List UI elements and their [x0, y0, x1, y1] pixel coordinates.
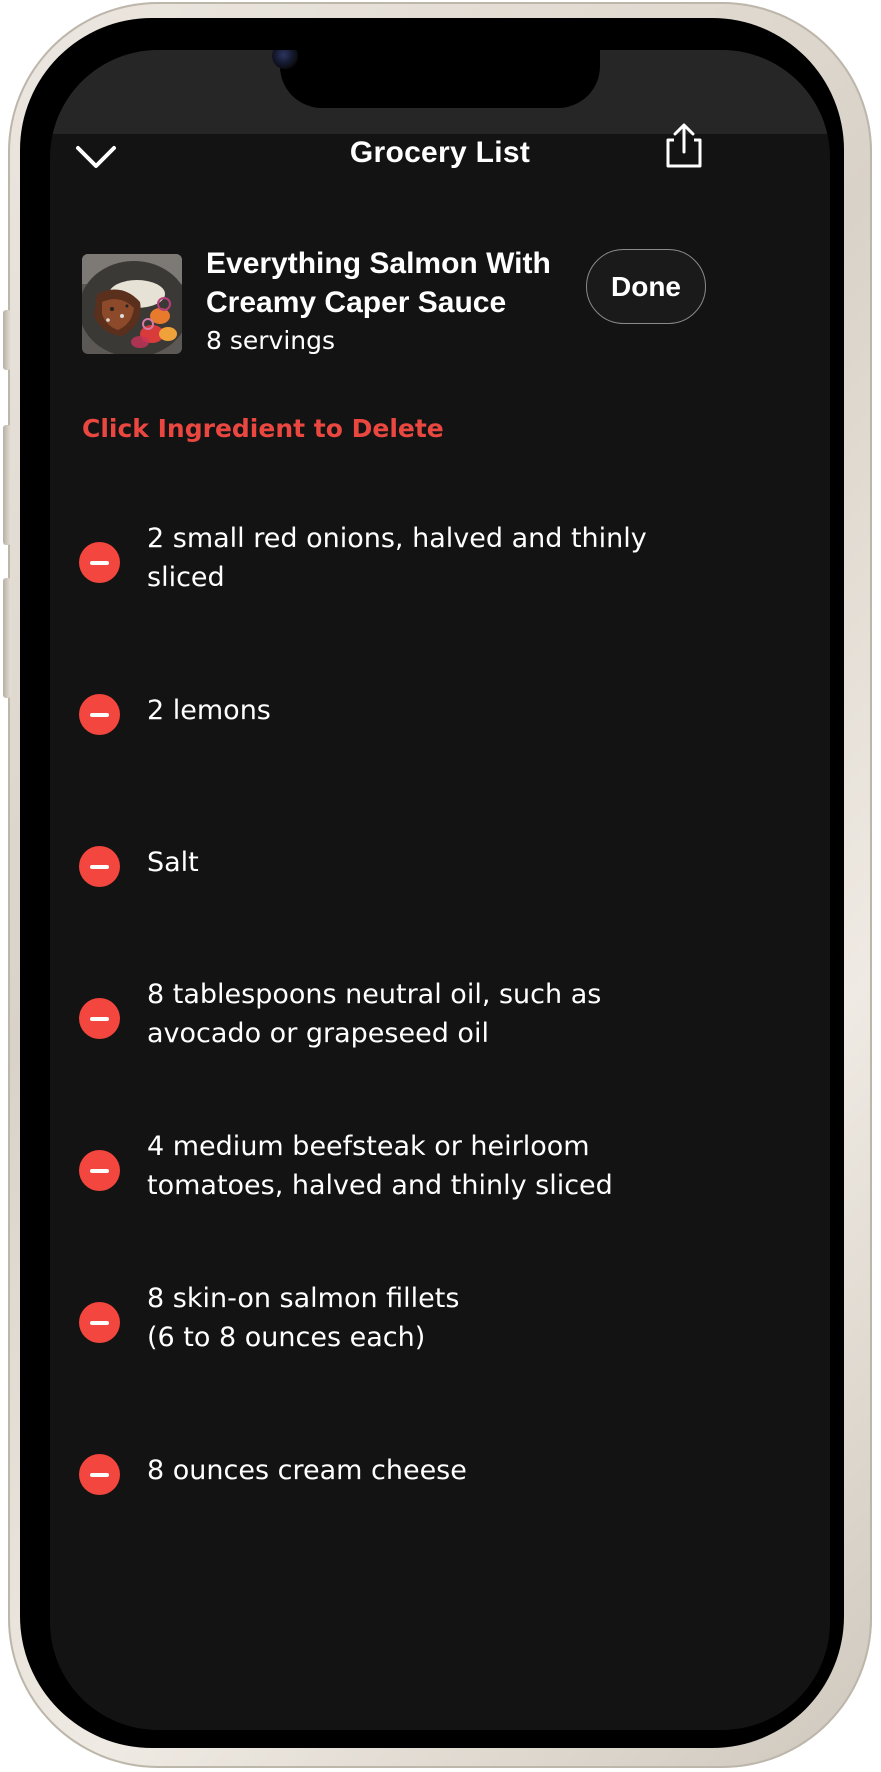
remove-ingredient-button[interactable]	[79, 542, 120, 583]
ingredient-text: Salt	[147, 847, 199, 878]
ingredient-row[interactable]: Salt	[60, 804, 740, 924]
ingredient-row[interactable]: 4 medium beefsteak or heirloom tomatoes,…	[60, 1108, 740, 1228]
phone-volume-down-button	[3, 578, 11, 698]
recipe-servings: 8 servings	[206, 326, 336, 355]
ingredient-text: 8 skin-on salmon fillets (6 to 8 ounces …	[147, 1283, 460, 1353]
recipe-thumbnail	[82, 254, 182, 354]
share-icon	[666, 123, 702, 168]
recipe-title: Everything Salmon With Creamy Caper Sauc…	[206, 247, 551, 319]
remove-ingredient-button[interactable]	[79, 1454, 120, 1495]
phone-action-button	[3, 310, 11, 370]
ingredient-row[interactable]: 8 tablespoons neutral oil, such as avoca…	[60, 956, 740, 1076]
delete-instruction: Click Ingredient to Delete	[82, 414, 444, 443]
ingredient-row[interactable]: 2 small red onions, halved and thinly sl…	[60, 500, 740, 620]
phone-volume-up-button	[3, 425, 11, 545]
ingredient-row[interactable]: 2 lemons	[60, 652, 740, 772]
ingredient-row[interactable]: 8 ounces cream cheese	[60, 1412, 740, 1532]
notch	[280, 50, 600, 108]
ingredient-text: 2 lemons	[147, 695, 271, 726]
ingredient-text: 8 ounces cream cheese	[147, 1455, 467, 1486]
ingredient-text: 8 tablespoons neutral oil, such as avoca…	[147, 979, 602, 1049]
remove-ingredient-button[interactable]	[79, 1302, 120, 1343]
share-button[interactable]	[662, 122, 706, 170]
remove-ingredient-button[interactable]	[79, 846, 120, 887]
done-button[interactable]: Done	[586, 249, 706, 324]
ingredient-text: 4 medium beefsteak or heirloom tomatoes,…	[147, 1131, 613, 1201]
page-title: Grocery List	[349, 136, 531, 169]
ingredient-text: 2 small red onions, halved and thinly sl…	[147, 523, 647, 593]
remove-ingredient-button[interactable]	[79, 1150, 120, 1191]
ingredient-row[interactable]: 8 skin-on salmon fillets (6 to 8 ounces …	[60, 1260, 740, 1380]
remove-ingredient-button[interactable]	[79, 998, 120, 1039]
remove-ingredient-button[interactable]	[79, 694, 120, 735]
